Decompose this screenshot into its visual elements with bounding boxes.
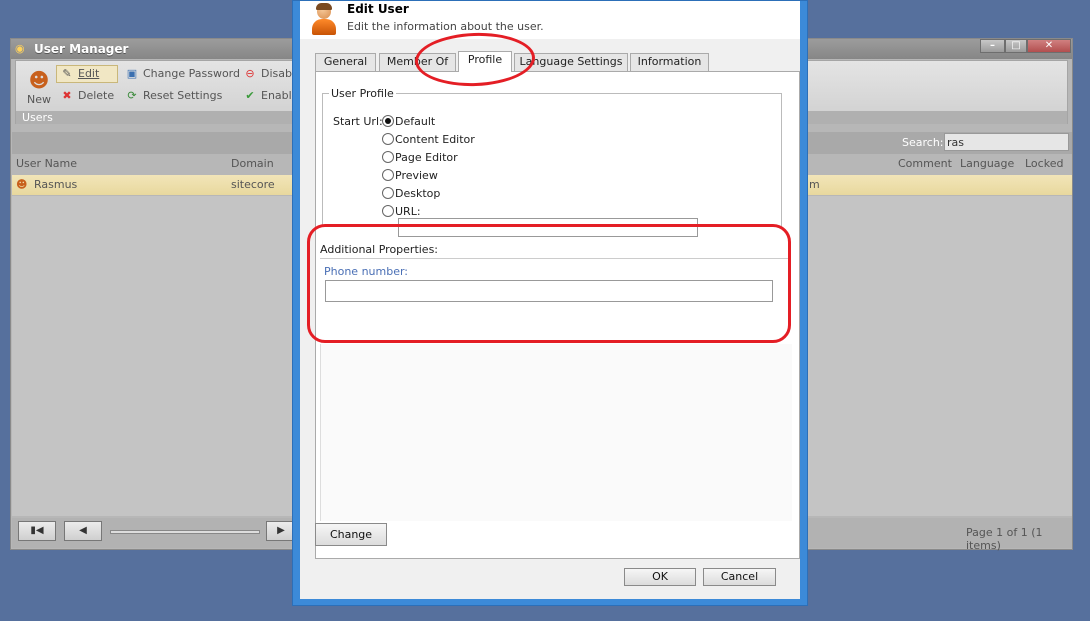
user-add-icon: ☻ bbox=[28, 68, 50, 92]
tab-information[interactable]: Information bbox=[630, 53, 709, 71]
check-icon: ✔ bbox=[245, 89, 255, 102]
reset-settings-button[interactable]: ⟳ Reset Settings bbox=[124, 89, 222, 107]
edit-icon: ✎ bbox=[62, 67, 72, 80]
column-domain[interactable]: Domain bbox=[231, 157, 274, 170]
panel-empty-area bbox=[320, 344, 792, 521]
radio-button[interactable] bbox=[382, 151, 394, 163]
pager-info: Page 1 of 1 (1 items) bbox=[966, 526, 1043, 552]
page-slider[interactable] bbox=[110, 530, 260, 534]
change-button[interactable]: Change bbox=[315, 523, 387, 546]
start-url-label: Start Url: bbox=[333, 115, 383, 128]
dialog-subtitle: Edit the information about the user. bbox=[347, 20, 544, 33]
first-page-button[interactable]: ▮◀ bbox=[18, 521, 56, 541]
radio-default[interactable]: Default bbox=[382, 115, 435, 131]
radio-preview[interactable]: Preview bbox=[382, 169, 438, 185]
user-icon: ☻ bbox=[16, 178, 28, 191]
dialog-title: Edit User bbox=[347, 2, 409, 16]
user-profile-legend: User Profile bbox=[331, 87, 394, 100]
new-user-button[interactable]: ☻ New bbox=[24, 67, 54, 107]
tab-general[interactable]: General bbox=[315, 53, 376, 71]
enable-user-button[interactable]: ✔ Enable bbox=[242, 89, 298, 107]
radio-desktop[interactable]: Desktop bbox=[382, 187, 440, 203]
user-icon bbox=[310, 3, 338, 37]
edit-user-button[interactable]: ✎ Edit bbox=[56, 65, 119, 83]
delete-icon: ✖ bbox=[62, 89, 72, 102]
cancel-button[interactable]: Cancel bbox=[703, 568, 776, 586]
delete-user-button[interactable]: ✖ Delete bbox=[59, 89, 114, 107]
dialog-header: Edit User Edit the information about the… bbox=[300, 1, 800, 39]
column-language[interactable]: Language bbox=[960, 157, 1014, 170]
radio-button[interactable] bbox=[382, 133, 394, 145]
search-label: Search: bbox=[902, 136, 944, 149]
change-password-button[interactable]: ▣ Change Password bbox=[124, 67, 240, 85]
maximize-button[interactable]: □ bbox=[1005, 39, 1027, 53]
radio-button[interactable] bbox=[382, 187, 394, 199]
window-title: User Manager bbox=[34, 42, 129, 56]
radio-button[interactable] bbox=[382, 169, 394, 181]
radio-page-editor[interactable]: Page Editor bbox=[382, 151, 458, 167]
column-comment[interactable]: Comment bbox=[898, 157, 952, 170]
minimize-button[interactable]: – bbox=[980, 39, 1005, 53]
disable-icon: ⊖ bbox=[245, 67, 255, 80]
cell-email: m bbox=[809, 178, 820, 191]
radio-button[interactable] bbox=[382, 115, 394, 127]
search-input[interactable] bbox=[944, 133, 1069, 151]
column-user-name[interactable]: User Name bbox=[16, 157, 77, 170]
cell-user-name: Rasmus bbox=[34, 178, 78, 191]
radio-button[interactable] bbox=[382, 205, 394, 217]
user-profile-group: User Profile Start Url: Default Content … bbox=[322, 87, 782, 237]
users-icon: ◉ bbox=[15, 42, 25, 55]
password-icon: ▣ bbox=[126, 67, 138, 80]
close-button[interactable]: ✕ bbox=[1027, 39, 1071, 53]
ok-button[interactable]: OK bbox=[624, 568, 696, 586]
cell-domain: sitecore bbox=[231, 178, 275, 191]
tab-strip: General Member Of Profile Language Setti… bbox=[315, 51, 795, 72]
reset-icon: ⟳ bbox=[127, 89, 137, 102]
previous-page-button[interactable]: ◀ bbox=[64, 521, 102, 541]
radio-content-editor[interactable]: Content Editor bbox=[382, 133, 475, 149]
column-locked[interactable]: Locked bbox=[1025, 157, 1063, 170]
annotation-rectangle bbox=[307, 224, 791, 343]
